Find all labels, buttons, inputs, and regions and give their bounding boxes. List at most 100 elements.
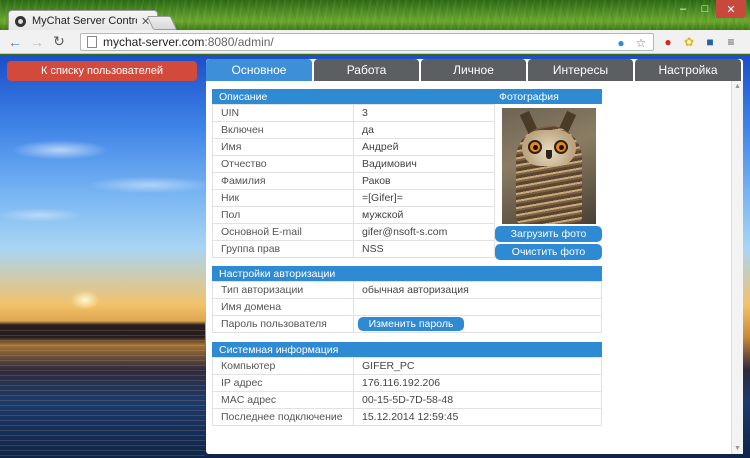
maximize-icon[interactable]: □ bbox=[694, 0, 716, 18]
extension-blue-icon[interactable]: ■ bbox=[702, 34, 718, 50]
extension-flower-icon[interactable]: ✿ bbox=[681, 34, 697, 50]
minimize-icon[interactable]: ‒ bbox=[672, 0, 694, 18]
address-bar[interactable]: mychat-server.com:8080/admin/ ● ☆ bbox=[80, 33, 654, 51]
reload-icon[interactable]: ↻ bbox=[48, 32, 70, 52]
menu-icon[interactable]: ≡ bbox=[723, 34, 739, 50]
owl-eye-left bbox=[527, 140, 542, 154]
table-row: IP адрес 176.116.192.206 bbox=[212, 374, 602, 392]
table-row: Группа прав NSS bbox=[212, 240, 495, 258]
field-value: GIFER_PC bbox=[353, 357, 602, 375]
owl-beak bbox=[545, 150, 552, 159]
tab-main[interactable]: Основное bbox=[206, 59, 312, 81]
tab-settings[interactable]: Настройка bbox=[635, 59, 741, 81]
back-to-users-button[interactable]: К списку пользователей bbox=[7, 61, 197, 81]
scroll-up-icon[interactable]: ▲ bbox=[734, 83, 741, 90]
field-label: Отчество bbox=[212, 155, 354, 173]
table-row: MAC адрес 00-15-5D-7D-58-48 bbox=[212, 391, 602, 409]
table-row: Основной E-mail gifer@nsoft-s.com bbox=[212, 223, 495, 241]
field-label: Имя bbox=[212, 138, 354, 156]
tab-personal[interactable]: Личное bbox=[421, 59, 526, 81]
browser-tab-title: MyChat Server Control Pa bbox=[32, 15, 137, 27]
table-row: Ник =[Gifer]= bbox=[212, 189, 495, 207]
user-tabs: Основное Работа Личное Интересы Настройк… bbox=[206, 59, 743, 81]
field-value: Раков bbox=[353, 172, 495, 190]
auth-header: Настройки авторизации bbox=[212, 266, 602, 281]
description-header: Описание bbox=[212, 89, 495, 104]
extension-red-icon[interactable]: ● bbox=[660, 34, 676, 50]
browser-toolbar: ← → ↻ mychat-server.com:8080/admin/ ● ☆ … bbox=[0, 30, 750, 54]
photo-section: Фотография Загрузить фото Очистить фото bbox=[495, 89, 602, 260]
description-table: UIN 3 Включен да Имя Андрей Отчество Вадимович Ф… bbox=[212, 104, 495, 258]
field-value: Вадимович bbox=[353, 155, 495, 173]
domain-name-value bbox=[353, 298, 602, 316]
user-panel: Основное Работа Личное Интересы Настройк… bbox=[206, 59, 743, 454]
translate-icon[interactable]: ● bbox=[613, 35, 629, 51]
field-label: Основной E-mail bbox=[212, 223, 354, 241]
browser-titlebar: MyChat Server Control Pa ✕ ‒ □ ✕ bbox=[0, 0, 750, 31]
owl-eye-right bbox=[553, 140, 568, 154]
table-row: Последнее подключение 15.12.2014 12:59:45 bbox=[212, 408, 602, 426]
field-value: 15.12.2014 12:59:45 bbox=[353, 408, 602, 426]
page-background: К списку пользователей Основное Работа Л… bbox=[0, 55, 750, 458]
field-value: gifer@nsoft-s.com bbox=[353, 223, 495, 241]
field-label: Ник bbox=[212, 189, 354, 207]
field-label: MAC адрес bbox=[212, 391, 354, 409]
photo-header: Фотография bbox=[495, 89, 602, 104]
table-row: Пол мужской bbox=[212, 206, 495, 224]
window-controls: ‒ □ ✕ bbox=[672, 0, 746, 18]
description-section: Описание UIN 3 Включен да Имя Андрей Отчество В… bbox=[212, 89, 495, 258]
scroll-down-icon[interactable]: ▼ bbox=[734, 445, 741, 452]
system-section: Системная информация Компьютер GIFER_PC IP… bbox=[212, 342, 602, 426]
field-label: IP адрес bbox=[212, 374, 354, 392]
page-icon bbox=[87, 36, 97, 48]
back-arrow-icon[interactable]: ← bbox=[4, 32, 26, 52]
user-password-cell: Изменить пароль bbox=[353, 315, 602, 333]
field-label: Группа прав bbox=[212, 240, 354, 258]
scrollbar[interactable]: ▲ ▼ bbox=[731, 81, 743, 454]
field-label: UIN bbox=[212, 104, 354, 122]
field-value: NSS bbox=[353, 240, 495, 258]
table-row: Отчество Вадимович bbox=[212, 155, 495, 173]
url-host: mychat-server.com bbox=[103, 35, 205, 49]
clear-photo-button[interactable]: Очистить фото bbox=[495, 244, 602, 260]
table-row: Пароль пользователя Изменить пароль bbox=[212, 315, 602, 333]
tab-interests[interactable]: Интересы bbox=[528, 59, 633, 81]
user-photo bbox=[501, 108, 596, 224]
url-path: :8080/admin/ bbox=[204, 35, 274, 49]
upload-photo-button[interactable]: Загрузить фото bbox=[495, 226, 602, 242]
field-label: Последнее подключение bbox=[212, 408, 354, 426]
favicon-icon bbox=[15, 15, 26, 27]
auth-type-value: обычная авторизация bbox=[353, 281, 602, 299]
table-row: Имя Андрей bbox=[212, 138, 495, 156]
tab-work[interactable]: Работа bbox=[314, 59, 419, 81]
table-row: Фамилия Раков bbox=[212, 172, 495, 190]
water-reflection bbox=[0, 330, 205, 458]
field-label: Включен bbox=[212, 121, 354, 139]
field-label: Компьютер bbox=[212, 357, 354, 375]
window-close-icon[interactable]: ✕ bbox=[716, 0, 746, 18]
url-text: mychat-server.com:8080/admin/ bbox=[103, 35, 274, 49]
forward-arrow-icon[interactable]: → bbox=[26, 32, 48, 52]
user-password-label: Пароль пользователя bbox=[212, 315, 354, 333]
change-password-button[interactable]: Изменить пароль bbox=[358, 317, 464, 331]
system-header: Системная информация bbox=[212, 342, 602, 357]
field-value: 00-15-5D-7D-58-48 bbox=[353, 391, 602, 409]
auth-section: Настройки авторизации Тип авторизации об… bbox=[212, 266, 602, 333]
table-row: UIN 3 bbox=[212, 104, 495, 122]
field-label: Пол bbox=[212, 206, 354, 224]
table-row: Имя домена bbox=[212, 298, 602, 316]
table-row: Включен да bbox=[212, 121, 495, 139]
browser-tab[interactable]: MyChat Server Control Pa ✕ bbox=[8, 10, 158, 31]
table-row: Тип авторизации обычная авторизация bbox=[212, 281, 602, 299]
bookmark-star-icon[interactable]: ☆ bbox=[633, 35, 649, 51]
field-label: Фамилия bbox=[212, 172, 354, 190]
field-value: 176.116.192.206 bbox=[353, 374, 602, 392]
system-table: Компьютер GIFER_PC IP адрес 176.116.192.206… bbox=[212, 357, 602, 426]
field-value: =[Gifer]= bbox=[353, 189, 495, 207]
field-value: да bbox=[353, 121, 495, 139]
auth-type-label: Тип авторизации bbox=[212, 281, 354, 299]
field-value: 3 bbox=[353, 104, 495, 122]
field-value: Андрей bbox=[353, 138, 495, 156]
table-row: Компьютер GIFER_PC bbox=[212, 357, 602, 375]
field-value: мужской bbox=[353, 206, 495, 224]
